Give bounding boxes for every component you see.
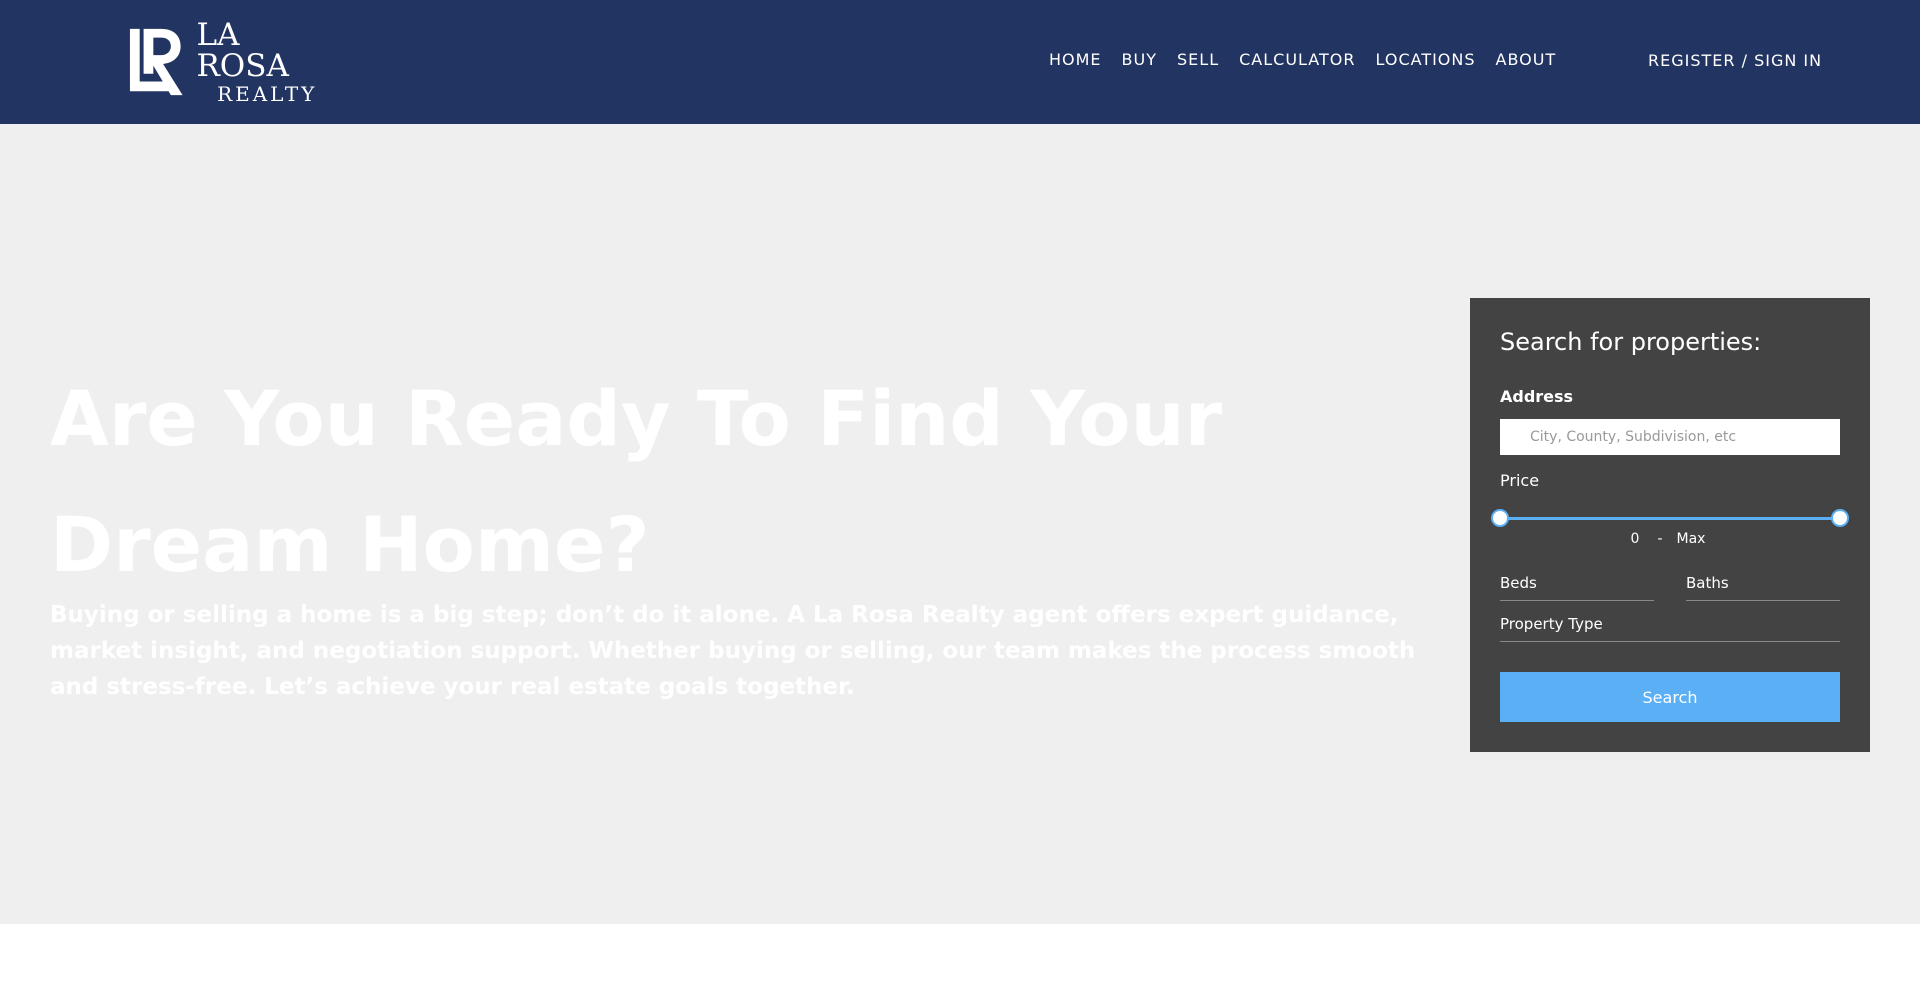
nav-about[interactable]: ABOUT (1496, 50, 1557, 69)
search-panel-title: Search for properties: (1500, 328, 1762, 356)
logo-brand-bottom: REALTY (217, 82, 318, 106)
price-slider-min-handle[interactable] (1491, 509, 1509, 527)
nav-locations[interactable]: LOCATIONS (1376, 50, 1476, 69)
hero-title-line1: Are You Ready To Find Your (50, 374, 1223, 463)
nav-home[interactable]: HOME (1049, 50, 1102, 69)
price-label: Price (1500, 471, 1540, 490)
price-slider-track[interactable] (1500, 517, 1840, 520)
baths-select[interactable]: Baths (1686, 571, 1840, 601)
main-nav: HOME BUY SELL CALCULATOR LOCATIONS ABOUT (1049, 50, 1556, 69)
address-input[interactable] (1500, 419, 1840, 455)
hero-title: Are You Ready To Find Your Dream Home? (50, 356, 1330, 608)
nav-calculator[interactable]: CALCULATOR (1239, 50, 1355, 69)
hero-description: Buying or selling a home is a big step; … (50, 602, 1416, 700)
hero-title-line2: Dream Home? (50, 500, 650, 589)
property-search-panel: Search for properties: Address Price 0 -M… (1470, 298, 1870, 752)
site-header: LA ROSA REALTY HOME BUY SELL CALCULATOR … (0, 0, 1920, 124)
address-label: Address (1500, 387, 1574, 406)
la-rosa-logo[interactable]: LA ROSA REALTY (128, 20, 338, 104)
price-separator: - (1657, 531, 1663, 547)
logo-brand-top: LA ROSA (196, 17, 289, 84)
nav-sell[interactable]: SELL (1177, 50, 1219, 69)
register-sign-in-link[interactable]: REGISTER / SIGN IN (1648, 51, 1822, 70)
beds-select[interactable]: Beds (1500, 571, 1654, 601)
property-type-select[interactable]: Property Type (1500, 612, 1840, 642)
lr-monogram-icon (129, 28, 183, 96)
price-max-value: Max (1676, 531, 1706, 547)
logo-wordmark: LA ROSA REALTY (196, 17, 338, 106)
nav-buy[interactable]: BUY (1122, 50, 1157, 69)
price-slider-max-handle[interactable] (1831, 509, 1849, 527)
price-range-readout: 0 - Max (1470, 531, 1870, 547)
price-min-value: 0 (1630, 531, 1640, 547)
search-button[interactable]: Search (1500, 672, 1840, 722)
